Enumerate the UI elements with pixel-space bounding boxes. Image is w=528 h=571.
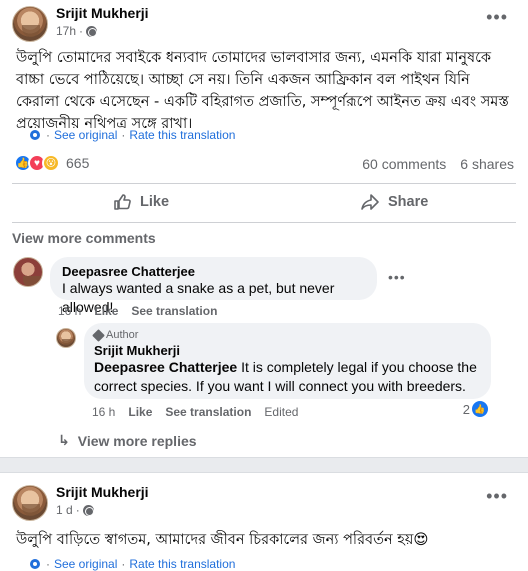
share-label: Share (388, 194, 429, 210)
rate-translation-link[interactable]: Rate this translation (129, 128, 235, 142)
reply-text: Deepasree Chatterjee It is completely le… (94, 358, 481, 396)
reply-like-count[interactable]: 2 👍 (463, 401, 488, 417)
like-button[interactable]: Like (112, 190, 169, 214)
comment-bubble: Deepasree Chatterjee I always wanted a s… (50, 257, 377, 315)
post-text: উলুপি বাড়িতে স্বাগতম, আমাদের জীবন চিরকা… (16, 532, 429, 548)
share-icon (361, 194, 379, 210)
comment-time[interactable]: 16 h (58, 304, 81, 318)
post-meta: 1 d · (56, 503, 94, 517)
reply-actions: 16 h Like See translation Edited (92, 405, 298, 419)
like-label: Like (140, 194, 170, 210)
pen-icon (92, 328, 105, 342)
more-options-icon[interactable]: ••• (486, 487, 508, 505)
post-text: উলুপি তোমাদের সবাইকে ধন্যবাদ তোমাদের ভাল… (16, 50, 509, 132)
translation-bar: · See original · Rate this translation (30, 128, 235, 142)
post-card: Srijit Mukherji 1 d · ••• উলুপি বাড়িতে … (0, 472, 528, 571)
commenter-name[interactable]: Deepasree Chatterjee (62, 264, 365, 279)
reply-time[interactable]: 16 h (92, 405, 115, 419)
see-original-link[interactable]: See original (54, 557, 117, 571)
reaction-count[interactable]: 665 (66, 155, 89, 171)
comment-like-button[interactable]: Like (94, 304, 118, 318)
mention-link[interactable]: Deepasree Chatterjee (94, 359, 237, 375)
gear-icon[interactable] (30, 130, 40, 140)
reply-author-name[interactable]: Srijit Mukherji (94, 343, 481, 358)
reply-bubble: Author Srijit Mukherji Deepasree Chatter… (84, 323, 491, 399)
see-original-link[interactable]: See original (54, 128, 117, 142)
comment-see-translation[interactable]: See translation (131, 304, 217, 318)
globe-icon (86, 25, 98, 37)
thumbs-up-icon (114, 194, 131, 210)
reply-arrow-icon: ↳ (58, 432, 70, 448)
edited-label: Edited (264, 405, 299, 419)
post-meta: 17h · (56, 24, 98, 38)
like-badge-icon: 👍 (472, 401, 488, 417)
comment-actions: 16 h Like See translation (58, 304, 217, 318)
translation-bar: · See original · Rate this translation (30, 557, 235, 571)
rate-translation-link[interactable]: Rate this translation (129, 557, 235, 571)
post-stats: 60 comments 6 shares (362, 156, 514, 172)
more-options-icon[interactable]: ••• (486, 8, 508, 26)
post-header: Srijit Mukherji 1 d · ••• (12, 483, 516, 523)
view-more-replies-link[interactable]: ↳ View more replies (58, 432, 197, 449)
comment-options-icon[interactable]: ••• (388, 270, 406, 284)
post-time[interactable]: 17h (56, 24, 76, 38)
shares-count[interactable]: 6 shares (460, 156, 514, 172)
reply-author-avatar[interactable] (56, 328, 76, 348)
comments-count[interactable]: 60 comments (362, 156, 446, 172)
share-button[interactable]: Share (360, 190, 428, 214)
post-card: Srijit Mukherji 17h · ••• উলুপি তোমাদের … (0, 0, 528, 458)
author-name[interactable]: Srijit Mukherji (56, 5, 149, 21)
author-badge-label: Author (106, 329, 139, 341)
author-badge: Author (92, 328, 481, 342)
commenter-avatar[interactable] (13, 257, 43, 287)
globe-icon (82, 504, 94, 516)
reply-like-button[interactable]: Like (128, 405, 152, 419)
reactions-summary[interactable]: 👍 ♥ 😮 665 (14, 154, 89, 172)
author-avatar[interactable] (12, 6, 48, 42)
view-more-comments-link[interactable]: View more comments (12, 230, 156, 246)
divider (12, 222, 516, 223)
gear-icon[interactable] (30, 559, 40, 569)
post-time[interactable]: 1 d (56, 503, 73, 517)
reply-see-translation[interactable]: See translation (165, 405, 251, 419)
wow-reaction-icon: 😮 (42, 154, 60, 172)
divider (12, 183, 516, 184)
author-avatar[interactable] (12, 485, 48, 521)
author-name[interactable]: Srijit Mukherji (56, 484, 149, 500)
post-header: Srijit Mukherji 17h · ••• (12, 4, 516, 44)
